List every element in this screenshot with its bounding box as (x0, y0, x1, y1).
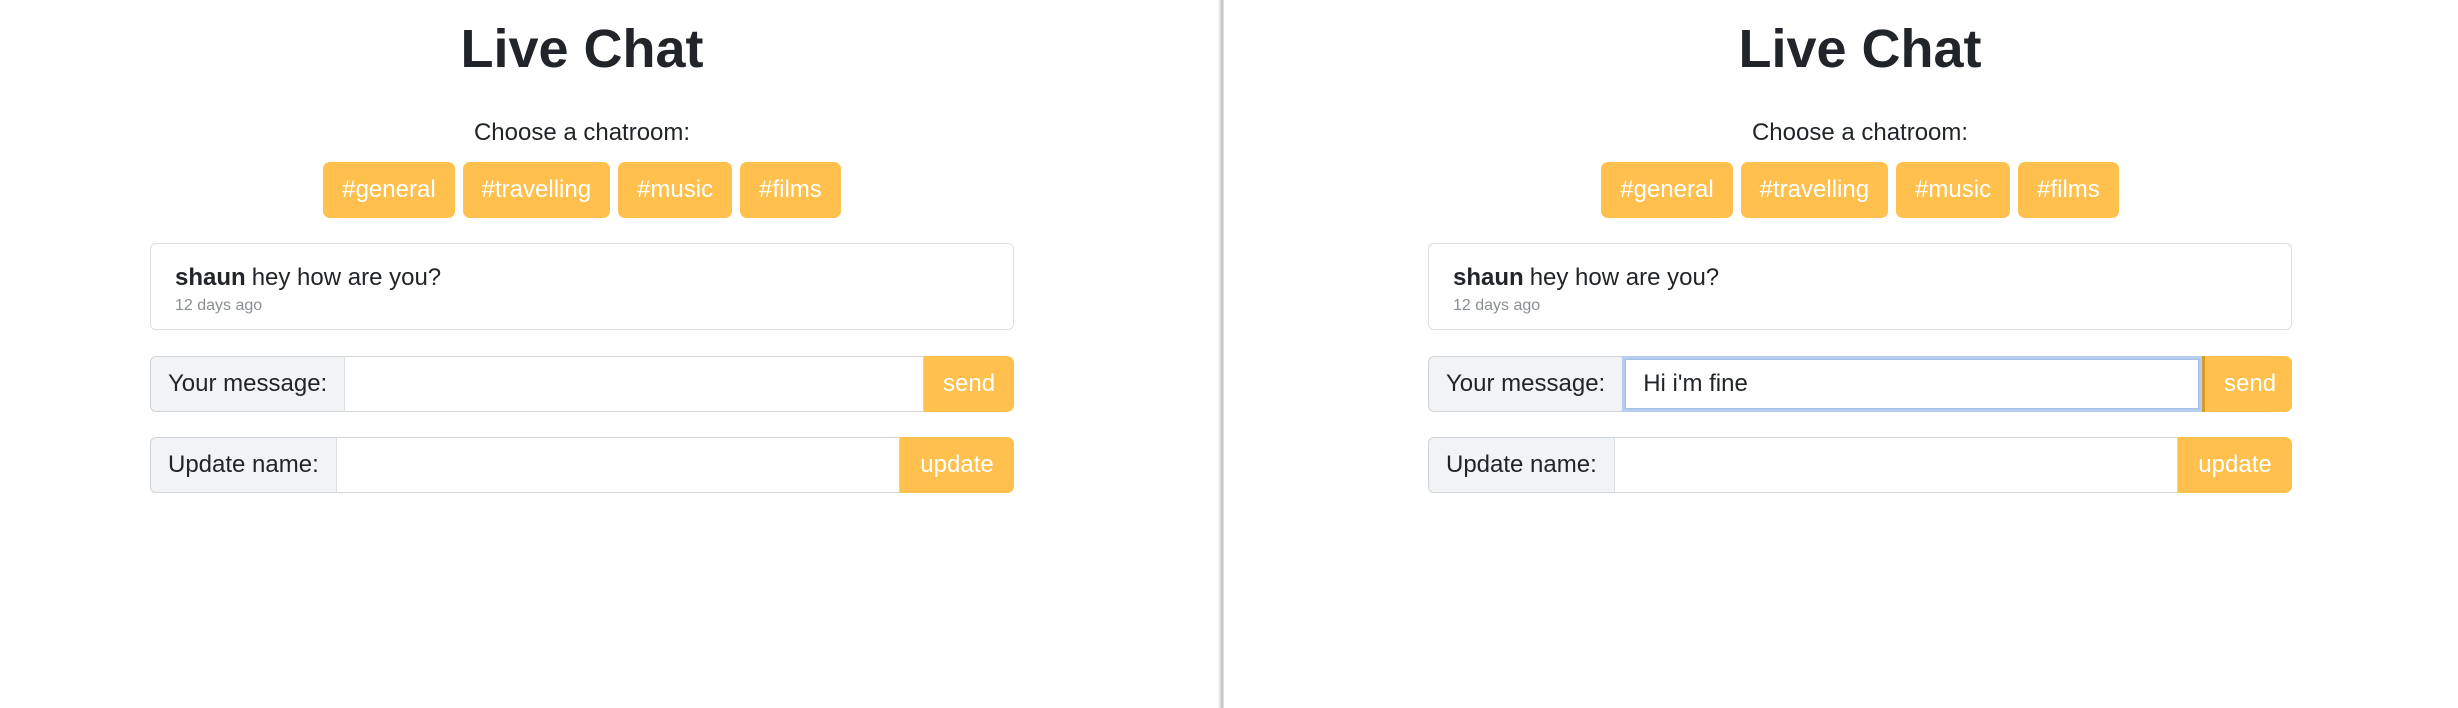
message-field-label: Your message: (1428, 356, 1623, 412)
room-button-general[interactable]: #general (1601, 162, 1733, 218)
name-input[interactable] (335, 437, 900, 493)
room-button-films[interactable]: #films (740, 162, 841, 218)
chat-message: shaun hey how are you? (1453, 262, 1719, 294)
message-input[interactable] (344, 356, 924, 412)
choose-chatroom-label: Choose a chatroom: (473, 119, 691, 146)
name-field-label: Update name: (1428, 437, 1614, 493)
update-button[interactable]: update (2178, 437, 2292, 493)
name-input[interactable] (1613, 437, 2178, 493)
chat-message: shaun hey how are you? (175, 262, 441, 294)
message-form: Your message: send (150, 356, 1014, 412)
message-author: shaun (1453, 264, 1524, 291)
room-button-films[interactable]: #films (2018, 162, 2119, 218)
message-field-label: Your message: (150, 356, 345, 412)
page-title: Live Chat (1738, 19, 1982, 79)
chatroom-list: #general #travelling #music #films (1428, 162, 2292, 218)
message-timestamp: 12 days ago (1453, 297, 1541, 314)
screen: Live Chat Choose a chatroom: #general #t… (0, 0, 2458, 708)
room-button-music[interactable]: #music (1896, 162, 2011, 218)
message-timestamp: 12 days ago (175, 297, 263, 314)
update-button[interactable]: update (900, 437, 1014, 493)
update-name-form: Update name: update (1428, 437, 2292, 493)
message-form: Your message: send (1428, 356, 2292, 412)
room-button-music[interactable]: #music (618, 162, 733, 218)
name-field-label: Update name: (150, 437, 336, 493)
left-browser-pane: Live Chat Choose a chatroom: #general #t… (0, 0, 1224, 708)
message-text: hey how are you? (251, 264, 442, 291)
message-author: shaun (175, 264, 246, 291)
send-button[interactable]: send (2202, 356, 2292, 412)
room-button-travelling[interactable]: #travelling (462, 162, 611, 218)
chatroom-list: #general #travelling #music #films (150, 162, 1014, 218)
message-text: hey how are you? (1529, 264, 1720, 291)
room-button-general[interactable]: #general (323, 162, 455, 218)
choose-chatroom-label: Choose a chatroom: (1751, 119, 1969, 146)
right-browser-pane: Live Chat Choose a chatroom: #general #t… (1224, 0, 2458, 708)
send-button[interactable]: send (924, 356, 1014, 412)
chat-window: shaun hey how are you? 12 days ago (150, 243, 1014, 330)
room-button-travelling[interactable]: #travelling (1740, 162, 1889, 218)
chat-window: shaun hey how are you? 12 days ago (1428, 243, 2292, 330)
page-title: Live Chat (460, 19, 704, 79)
update-name-form: Update name: update (150, 437, 1014, 493)
message-input[interactable] (1622, 356, 2202, 412)
